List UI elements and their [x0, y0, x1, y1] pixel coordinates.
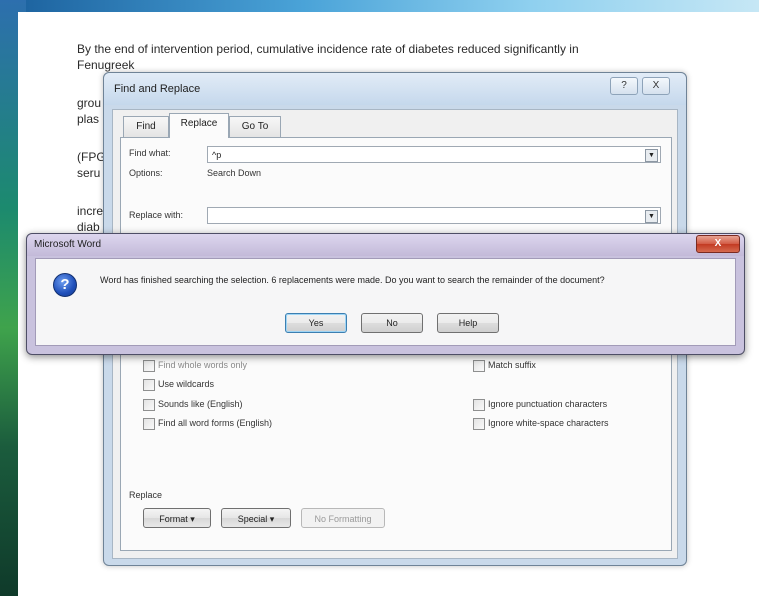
- document-line: seru: [77, 166, 101, 180]
- sounds-like-checkbox[interactable]: [143, 399, 155, 411]
- find-what-input[interactable]: ^p ▼: [207, 146, 661, 163]
- yes-button[interactable]: Yes: [285, 313, 347, 333]
- ignore-whitespace-label: Ignore white-space characters: [488, 418, 609, 428]
- microsoft-word-dialog: Microsoft Word X ? Word has finished sea…: [26, 233, 745, 355]
- options-value: Search Down: [207, 168, 262, 178]
- document-line: By the end of intervention period, cumul…: [77, 42, 579, 56]
- help-button[interactable]: Help: [437, 313, 499, 333]
- replace-section-label: Replace: [129, 490, 163, 500]
- tab-replace[interactable]: Replace: [169, 113, 229, 138]
- message-text: Word has finished searching the selectio…: [100, 275, 605, 285]
- special-button[interactable]: Special ▾: [221, 508, 291, 528]
- close-button[interactable]: X: [642, 77, 670, 95]
- document-line: plas: [77, 112, 100, 126]
- desktop-background-top: [0, 0, 759, 12]
- sounds-like-label: Sounds like (English): [158, 399, 243, 409]
- word-forms-checkbox[interactable]: [143, 418, 155, 430]
- use-wildcards-label: Use wildcards: [158, 379, 215, 389]
- find-what-label: Find what:: [129, 148, 171, 158]
- ignore-punctuation-label: Ignore punctuation characters: [488, 399, 608, 409]
- format-button[interactable]: Format ▾: [143, 508, 211, 528]
- use-wildcards-checkbox[interactable]: [143, 379, 155, 391]
- document-line: diab: [77, 220, 100, 234]
- find-whole-words-checkbox[interactable]: [143, 360, 155, 372]
- find-replace-title: Find and Replace: [114, 83, 201, 95]
- chevron-down-icon[interactable]: ▼: [645, 149, 658, 162]
- replace-with-label: Replace with:: [129, 210, 184, 220]
- document-line: grou: [77, 96, 102, 110]
- word-forms-label: Find all word forms (English): [158, 418, 273, 428]
- find-replace-titlebar[interactable]: Find and Replace ? X: [104, 73, 686, 105]
- find-whole-words-label: Find whole words only: [158, 360, 248, 370]
- tab-go-to[interactable]: Go To: [229, 116, 281, 137]
- document-line: (FPG: [77, 150, 106, 164]
- document-line: Fenugreek: [77, 58, 135, 72]
- question-icon: ?: [53, 273, 77, 297]
- message-titlebar[interactable]: Microsoft Word X: [27, 234, 744, 256]
- no-formatting-button[interactable]: No Formatting: [301, 508, 385, 528]
- no-button[interactable]: No: [361, 313, 423, 333]
- ignore-whitespace-checkbox[interactable]: [473, 418, 485, 430]
- ignore-punctuation-checkbox[interactable]: [473, 399, 485, 411]
- options-label: Options:: [129, 168, 163, 178]
- match-suffix-label: Match suffix: [488, 360, 536, 370]
- document-line: incre: [77, 204, 104, 218]
- message-body: ? Word has finished searching the select…: [35, 258, 736, 346]
- close-button[interactable]: X: [696, 235, 740, 253]
- replace-with-input[interactable]: ▼: [207, 207, 661, 224]
- message-title: Microsoft Word: [34, 239, 102, 250]
- match-suffix-checkbox[interactable]: [473, 360, 485, 372]
- help-button[interactable]: ?: [610, 77, 638, 95]
- find-what-value: ^p: [212, 150, 222, 160]
- tab-find[interactable]: Find: [123, 116, 169, 137]
- chevron-down-icon[interactable]: ▼: [645, 210, 658, 223]
